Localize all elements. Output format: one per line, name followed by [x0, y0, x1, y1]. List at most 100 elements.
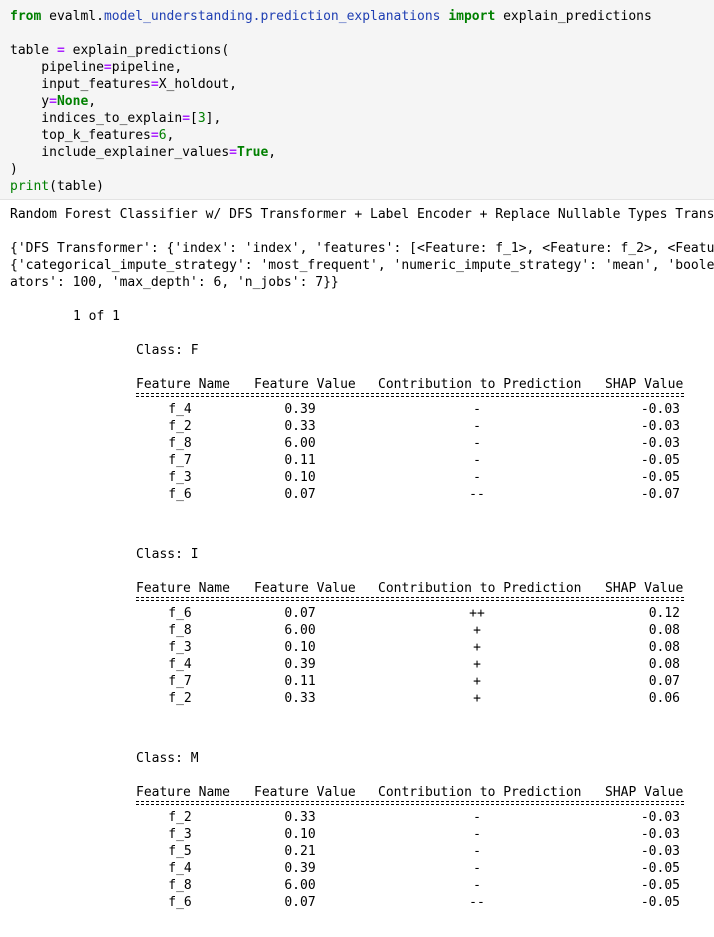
cell-feature-name: f_3 [168, 640, 192, 655]
cell-feature-value: 6.00 [284, 623, 316, 638]
cell-shap-value: -0.05 [640, 453, 680, 468]
print-line: print(table) [10, 178, 104, 195]
cell-shap-value: -0.03 [640, 436, 680, 451]
cell-shap-value: -0.05 [640, 861, 680, 876]
header-separator [136, 804, 684, 805]
call-open: explain_predictions( [64, 43, 230, 58]
cell-feature-value: 0.07 [284, 487, 316, 502]
cell-shap-value: -0.03 [640, 844, 680, 859]
cell-feature-name: f_4 [168, 657, 192, 672]
cell-shap-value: -0.03 [640, 827, 680, 842]
cell-feature-name: f_3 [168, 470, 192, 485]
cell-contribution: + [473, 623, 481, 638]
cell-feature-name: f_4 [168, 861, 192, 876]
cell-feature-name: f_4 [168, 402, 192, 417]
cell-feature-value: 0.10 [284, 470, 316, 485]
cell-shap-value: -0.03 [640, 810, 680, 825]
column-header-feature-name: Feature Name [136, 785, 230, 800]
keyword-from: from [10, 9, 42, 24]
cell-shap-value: -0.05 [640, 470, 680, 485]
class-label: Class: M [136, 751, 199, 766]
arg-line: top_k_features=6, [10, 127, 174, 144]
cell-contribution: - [473, 453, 481, 468]
cell-feature-name: f_6 [168, 895, 192, 910]
cell-feature-value: 0.07 [284, 895, 316, 910]
cell-shap-value: 0.07 [648, 674, 680, 689]
arg-name: input_features [10, 77, 151, 92]
cell-shap-value: 0.06 [648, 691, 680, 706]
code-input-cell[interactable]: from evalml.model_understanding.predicti… [0, 0, 714, 200]
column-header-shap-value: SHAP Value [605, 581, 684, 596]
print-argument: (table) [49, 179, 104, 194]
arg-op: = [150, 128, 159, 143]
cell-feature-name: f_5 [168, 844, 192, 859]
arg-line: input_features=X_holdout, [10, 76, 237, 93]
module-path: model_understanding.prediction_explanati… [103, 9, 441, 24]
cell-contribution: - [473, 844, 481, 859]
cell-feature-name: f_2 [168, 419, 192, 434]
cell-contribution: + [473, 691, 481, 706]
cell-shap-value: 0.08 [648, 623, 680, 638]
header-separator [136, 597, 684, 598]
cell-feature-value: 0.39 [284, 657, 316, 672]
cell-contribution: -- [469, 487, 485, 502]
arg-value: pipeline, [111, 60, 183, 75]
cell-contribution: - [473, 878, 481, 893]
arg-line: include_explainer_values=True, [10, 144, 276, 161]
column-header-contribution: Contribution to Prediction [378, 785, 582, 800]
cell-contribution: - [473, 827, 481, 842]
prediction-counter: 1 of 1 [73, 309, 120, 324]
cell-contribution: + [473, 674, 481, 689]
cell-contribution: ++ [469, 606, 485, 621]
arg-value: X_holdout, [158, 77, 237, 92]
cell-feature-name: f_3 [168, 827, 192, 842]
cell-feature-value: 0.21 [284, 844, 316, 859]
column-header-contribution: Contribution to Prediction [378, 377, 582, 392]
class-label: Class: F [136, 343, 199, 358]
arg-line: y=None, [10, 93, 96, 110]
cell-shap-value: -0.05 [640, 878, 680, 893]
cell-contribution: - [473, 419, 481, 434]
arg-number: 6 [158, 128, 167, 143]
arg-op: = [182, 111, 191, 126]
code-output-cell: Random Forest Classifier w/ DFS Transfor… [0, 202, 714, 937]
import-line: from evalml.model_understanding.predicti… [10, 8, 652, 25]
cell-feature-value: 0.11 [284, 453, 316, 468]
assign-op: = [56, 43, 65, 58]
header-separator [136, 393, 684, 394]
cell-feature-value: 0.39 [284, 861, 316, 876]
cell-shap-value: -0.03 [640, 402, 680, 417]
cell-contribution: - [473, 861, 481, 876]
cell-feature-name: f_7 [168, 674, 192, 689]
cell-feature-value: 6.00 [284, 436, 316, 451]
cell-feature-name: f_2 [168, 691, 192, 706]
column-header-feature-name: Feature Name [136, 581, 230, 596]
cell-contribution: - [473, 470, 481, 485]
cell-feature-name: f_8 [168, 878, 192, 893]
import-name: explain_predictions [503, 9, 652, 24]
arg-tail: , [166, 128, 175, 143]
column-header-feature-value: Feature Value [254, 785, 356, 800]
cell-feature-name: f_6 [168, 487, 192, 502]
arg-tail: ], [205, 111, 222, 126]
cell-feature-name: f_8 [168, 436, 192, 451]
column-header-contribution: Contribution to Prediction [378, 581, 582, 596]
cell-feature-name: f_7 [168, 453, 192, 468]
header-separator [136, 600, 684, 601]
assign-target: table [10, 43, 57, 58]
cell-feature-value: 0.10 [284, 827, 316, 842]
pipeline-name: Random Forest Classifier w/ DFS Transfor… [10, 207, 714, 222]
column-header-feature-value: Feature Value [254, 377, 356, 392]
close-paren-line: ) [10, 162, 18, 177]
arg-op: = [150, 77, 159, 92]
cell-shap-value: 0.08 [648, 640, 680, 655]
cell-feature-value: 0.11 [284, 674, 316, 689]
arg-number: 3 [197, 111, 206, 126]
arg-line: pipeline=pipeline, [10, 59, 182, 76]
arg-name: y [10, 94, 50, 109]
cell-feature-value: 0.39 [284, 402, 316, 417]
arg-tail: , [268, 145, 277, 160]
cell-shap-value: -0.03 [640, 419, 680, 434]
cell-contribution: - [473, 810, 481, 825]
params-line: ators': 100, 'max_depth': 6, 'n_jobs': 7… [10, 275, 339, 290]
